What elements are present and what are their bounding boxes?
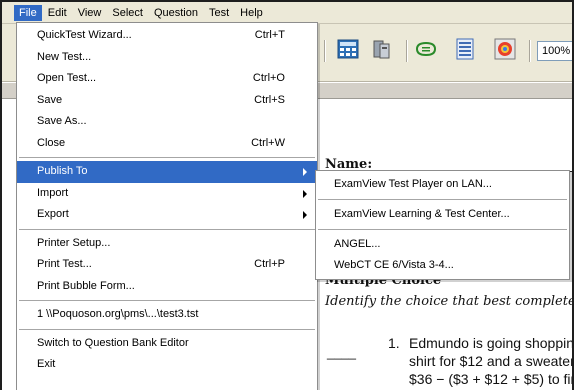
menu-item-publish-to[interactable]: Publish To: [17, 161, 317, 183]
menu-item-print-bubble-form[interactable]: Print Bubble Form...: [17, 276, 317, 298]
menu-file[interactable]: File: [14, 4, 42, 21]
menu-item-print-test[interactable]: Print Test... Ctrl+P: [17, 254, 317, 276]
menu-item-label: Switch to Question Bank Editor: [37, 336, 189, 349]
submenu-item-test-player-lan[interactable]: ExamView Test Player on LAN...: [316, 174, 569, 195]
menu-help[interactable]: Help: [235, 5, 572, 21]
menu-separator: [19, 328, 315, 330]
menu-item-import[interactable]: Import: [17, 183, 317, 205]
submenu-item-angel[interactable]: ANGEL...: [316, 234, 569, 255]
question-text: $36 − ($3 + $12 + $5) to find how: [409, 371, 572, 387]
shortcut-label: Ctrl+O: [252, 72, 285, 84]
menu-edit[interactable]: Edit: [43, 5, 72, 21]
menu-item-switch-editor[interactable]: Switch to Question Bank Editor: [17, 333, 317, 355]
menu-item-recent-file[interactable]: 1 \\Poquoson.org\pms\...\test3.tst: [17, 304, 317, 326]
rotate-icon[interactable]: [413, 36, 439, 62]
submenu-arrow-icon: [303, 211, 307, 219]
color-icon[interactable]: [492, 36, 518, 62]
menu-item-label: Open Test...: [37, 72, 97, 84]
question-number: 1.: [388, 335, 400, 351]
menu-separator: [19, 157, 315, 158]
menu-item-exit[interactable]: Exit: [17, 354, 317, 376]
calculator-icon[interactable]: [335, 36, 361, 62]
shortcut-label: Ctrl+T: [254, 29, 285, 41]
instructions: Identify the choice that best completes …: [325, 294, 572, 309]
menu-item-close[interactable]: Close Ctrl+W: [17, 133, 317, 155]
menu-item-label: Import: [37, 186, 69, 199]
menu-item-label: Print Test...: [37, 258, 92, 270]
menu-question[interactable]: Question: [149, 5, 203, 21]
toolbar-separator: [406, 40, 408, 62]
menu-view[interactable]: View: [73, 5, 107, 21]
publish-submenu: ExamView Test Player on LAN... ExamView …: [315, 170, 570, 280]
toolbar-separator: [324, 40, 326, 62]
menu-item-label: Export: [37, 208, 69, 220]
menu-test[interactable]: Test: [204, 5, 234, 21]
menu-item-new-test[interactable]: New Test...: [17, 47, 317, 69]
menu-item-label: Exit: [37, 358, 56, 370]
menu-item-label: Printer Setup...: [37, 236, 111, 249]
menu-item-label: Save: [37, 93, 63, 106]
submenu-arrow-icon: [303, 168, 307, 176]
menu-item-export[interactable]: Export: [17, 204, 317, 226]
menu-select[interactable]: Select: [107, 5, 148, 21]
file-menu: QuickTest Wizard... Ctrl+T New Test... O…: [16, 22, 318, 390]
menu-item-label: QuickTest Wizard...: [37, 29, 132, 41]
shortcut-label: Ctrl+P: [254, 258, 285, 270]
menu-item-label: Close: [37, 136, 66, 149]
menu-item-save-as[interactable]: Save As...: [17, 111, 317, 133]
shortcut-label: Ctrl+S: [254, 93, 285, 106]
answer-blank: ____: [327, 345, 356, 360]
menu-item-label: Print Bubble Form...: [37, 279, 135, 292]
question-text: shirt for $12 and a sweater for $5. Use: [409, 353, 574, 369]
submenu-item-learning-test-center[interactable]: ExamView Learning & Test Center...: [316, 204, 569, 225]
menu-item-label: 1 \\Poquoson.org\pms\...\test3.tst: [37, 308, 199, 320]
menu-separator: [318, 199, 567, 200]
menu-item-label: New Test...: [37, 50, 92, 63]
menu-bar: File Edit View Select Question Test Help: [2, 2, 572, 24]
menu-item-open-test[interactable]: Open Test... Ctrl+O: [17, 68, 317, 90]
menu-item-quicktest-wizard[interactable]: QuickTest Wizard... Ctrl+T: [17, 25, 317, 47]
submenu-arrow-icon: [303, 189, 307, 198]
list-icon[interactable]: [452, 36, 478, 62]
submenu-item-webct[interactable]: WebCT CE 6/Vista 3-4...: [316, 255, 569, 276]
shortcut-label: Ctrl+W: [251, 136, 285, 149]
menu-item-save[interactable]: Save Ctrl+S: [17, 90, 317, 112]
menu-separator: [19, 300, 315, 301]
toolbar-separator: [529, 40, 531, 62]
bank-icon[interactable]: [369, 36, 395, 62]
menu-item-label: Publish To: [37, 165, 88, 177]
menu-separator: [19, 228, 315, 230]
zoom-select[interactable]: 100%: [537, 41, 572, 61]
menu-item-label: Save As...: [37, 115, 87, 127]
menu-separator: [318, 229, 567, 230]
menu-item-printer-setup[interactable]: Printer Setup...: [17, 233, 317, 255]
question-text: Edmundo is going shopping. He buys a: [409, 335, 574, 351]
